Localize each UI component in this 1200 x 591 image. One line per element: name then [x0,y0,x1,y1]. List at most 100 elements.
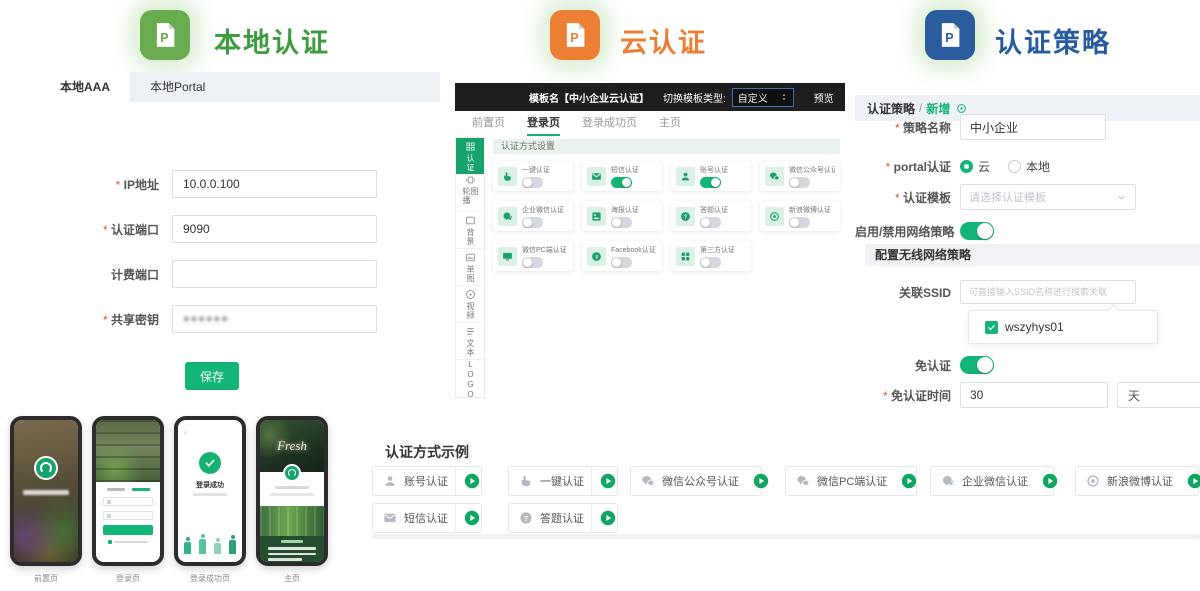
wecom-toggle[interactable] [522,217,543,228]
grid-icon [676,247,695,266]
local-tabs: 本地AAA 本地Portal [40,72,440,102]
wireless-policy-section-header: 配置无线网络策略 [865,244,1200,266]
sidebar-item-auth[interactable]: 认证 [456,138,484,175]
ssid-option-label[interactable]: wszyhys01 [1005,320,1064,334]
pre-page-screen [14,420,78,562]
preview-button[interactable]: 预览 [814,90,834,105]
examples-divider [372,534,1200,539]
local-aaa-form: IP地址 认证端口 计费端口 共享密钥 ●●●●●● 保存 [40,170,440,390]
mini-login-button [103,525,153,535]
facebook-icon [587,247,606,266]
tab-login-page[interactable]: 登录页 [527,112,560,136]
template-toolbar: 模板名【中小企业云认证】 切换模板类型: 自定义 预览 [455,83,845,111]
free-auth-time-unit[interactable]: 天 [1117,382,1200,408]
wecom-icon [498,207,517,226]
tab-home-page[interactable]: 主页 [659,112,681,136]
wechat-icon [796,474,810,488]
local-auth-badge [140,10,190,60]
play-button[interactable] [753,473,769,489]
ssid-row: 关联SSID [855,280,1136,304]
save-button[interactable]: 保存 [185,362,239,390]
play-button[interactable] [1042,473,1058,489]
mini-password-field [103,511,153,520]
free-auth-toggle[interactable] [960,356,994,374]
shared-key-value-redacted: ●●●●●● [183,313,229,325]
sidebar-item-text[interactable]: 文本 [456,323,484,360]
auth-method-cards: 一键认证 短信认证 账号认证 微信公众号认证 企业微信认证 海报认证 [493,161,840,271]
mini-username-field [103,497,153,506]
tab-local-portal[interactable]: 本地Portal [130,72,225,102]
policy-badge [925,10,975,60]
policy-name-row: 策略名称 [855,114,1106,140]
examples-title: 认证方式示例 [385,442,469,462]
policy-name-input[interactable] [960,114,1106,140]
wechat-official-toggle[interactable] [789,177,810,188]
phone-caption: 登录页 [92,573,164,584]
shared-key-input[interactable]: ●●●●●● [172,305,377,333]
example-chip-account: 账号认证 [372,466,482,496]
shared-key-label: 共享密钥 [40,311,172,328]
sidebar-item-background[interactable]: 背景 [456,212,484,249]
radio-local[interactable] [1008,160,1021,173]
play-button[interactable] [599,510,617,526]
sidebar-item-logo[interactable]: LOGO [456,360,484,397]
free-auth-time-row: 免认证时间 天 [855,382,1200,408]
auth-template-row: 认证模板 请选择认证模板 [855,184,1136,210]
free-auth-time-input[interactable] [960,382,1108,408]
facebook-toggle[interactable] [611,257,632,268]
tab-login-success-page[interactable]: 登录成功页 [582,112,637,136]
auth-template-placeholder: 请选择认证模板 [969,189,1046,205]
account-toggle[interactable] [700,177,721,188]
play-button[interactable] [463,510,481,526]
poster-toggle[interactable] [611,217,632,228]
weibo-icon [1086,474,1100,488]
sidebar-item-single-image[interactable]: 单图 [456,249,484,286]
play-button[interactable] [901,473,917,489]
auth-port-input[interactable] [172,215,377,243]
tab-local-aaa[interactable]: 本地AAA [40,72,130,102]
method-card-one-key: 一键认证 [493,161,573,191]
network-policy-toggle[interactable] [960,222,994,240]
phone-caption: 前置页 [10,573,82,584]
cloud-auth-title: 云认证 [620,21,707,60]
acct-port-label: 计费端口 [40,266,172,283]
play-button[interactable] [1187,473,1200,489]
one-key-toggle[interactable] [522,177,543,188]
acct-port-input[interactable] [172,260,377,288]
third-party-toggle[interactable] [700,257,721,268]
sidebar-item-video[interactable]: 视频 [456,286,484,323]
wechat-pc-toggle[interactable] [522,257,543,268]
method-card-third-party: 第三方认证 [671,241,751,271]
template-type-value: 自定义 [738,90,768,105]
phone-login-success-page: ‹ 登录成功 [174,416,246,566]
ssid-search-input[interactable] [960,280,1136,304]
network-policy-toggle-row: 启用/禁用网络策略 [855,222,994,240]
radio-cloud[interactable] [960,160,973,173]
auth-template-select[interactable]: 请选择认证模板 [960,184,1136,210]
login-page-photo [96,420,160,482]
quiz-toggle[interactable] [700,217,721,228]
ip-row: IP地址 [40,170,440,198]
document-p-icon [935,20,965,50]
weibo-icon [765,207,784,226]
local-auth-title: 本地认证 [214,21,330,60]
ssid-dropdown: wszyhys01 [968,310,1158,344]
sms-toggle[interactable] [611,177,632,188]
ip-input[interactable] [172,170,377,198]
sidebar-item-carousel[interactable]: 轮播图 [456,175,484,212]
pin-icon [956,103,967,114]
play-button[interactable] [463,473,481,489]
template-type-select[interactable]: 自定义 [732,88,794,107]
tab-pre-page[interactable]: 前置页 [472,112,505,136]
play-button[interactable] [599,473,617,489]
back-arrow-icon: ‹ [184,428,187,437]
phone-pre-page [10,416,82,566]
login-page-form [96,482,160,562]
ssid-option-checkbox[interactable] [985,321,998,334]
weibo-toggle[interactable] [789,217,810,228]
cloud-auth-badge [550,10,600,60]
ip-label: IP地址 [40,176,172,193]
wechat-icon [641,474,655,488]
store-shelf-photo [260,506,324,536]
updown-arrows-icon [780,93,788,101]
